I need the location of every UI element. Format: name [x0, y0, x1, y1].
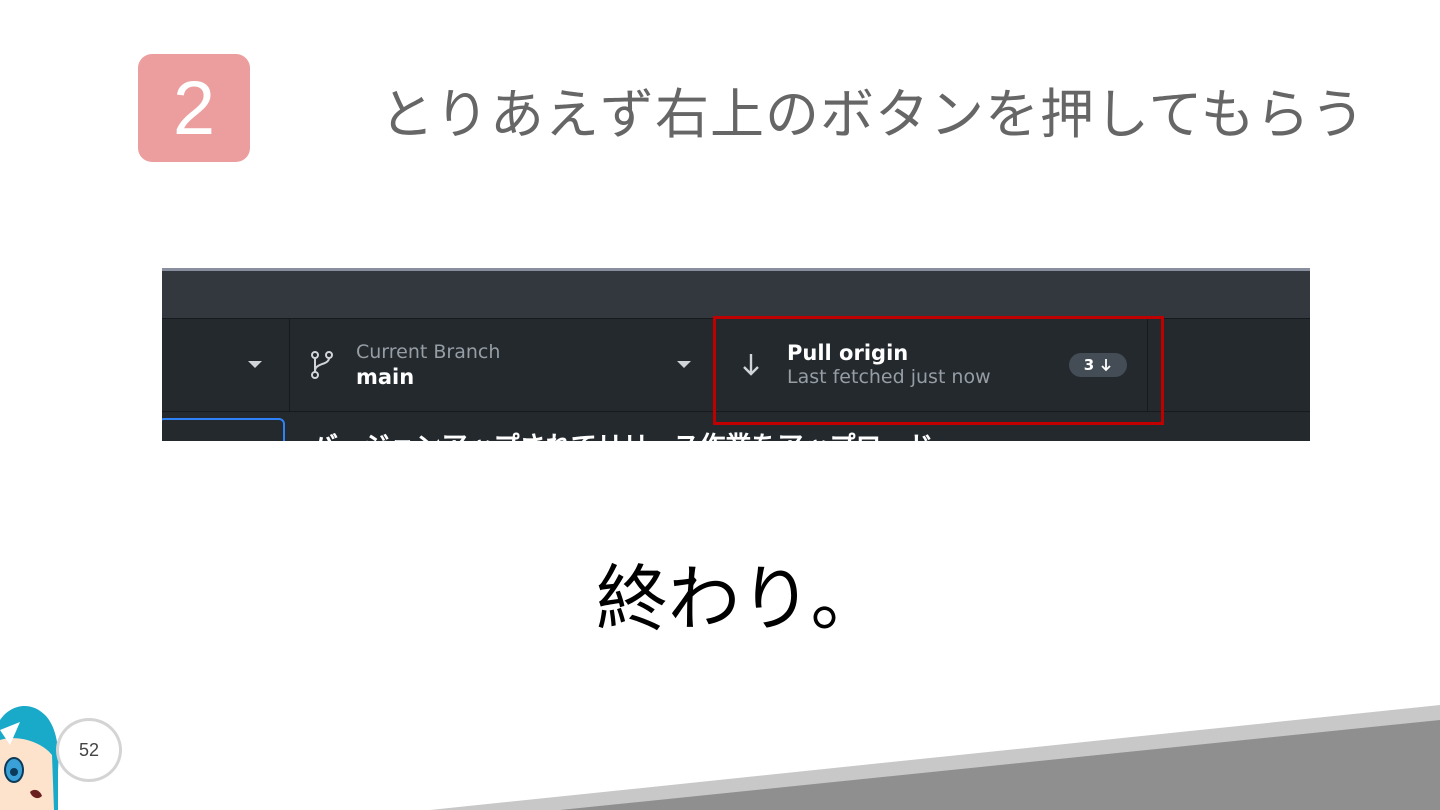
step-number-badge: 2 — [138, 54, 250, 162]
branch-icon — [311, 351, 333, 379]
current-branch-value: main — [356, 365, 415, 389]
current-branch-label: Current Branch — [356, 341, 501, 363]
selected-list-item[interactable] — [162, 418, 285, 441]
step-number: 2 — [172, 65, 216, 151]
closing-text: 終わり。 — [596, 557, 883, 641]
slide-title: とりあえず右上のボタンを押してもらう — [380, 83, 1366, 146]
commit-summary-text: バージョンアップされてリリース作業をアップロード — [312, 426, 933, 441]
app-titlebar — [162, 271, 1310, 319]
page-number: 52 — [78, 739, 100, 760]
caret-down-icon — [248, 361, 262, 368]
page-number-bubble: 52 — [56, 718, 122, 782]
repository-dropdown[interactable] — [162, 319, 290, 411]
caret-down-icon — [677, 361, 691, 368]
current-branch-button[interactable]: Current Branch main — [290, 319, 715, 411]
pull-origin-highlight — [713, 316, 1164, 425]
